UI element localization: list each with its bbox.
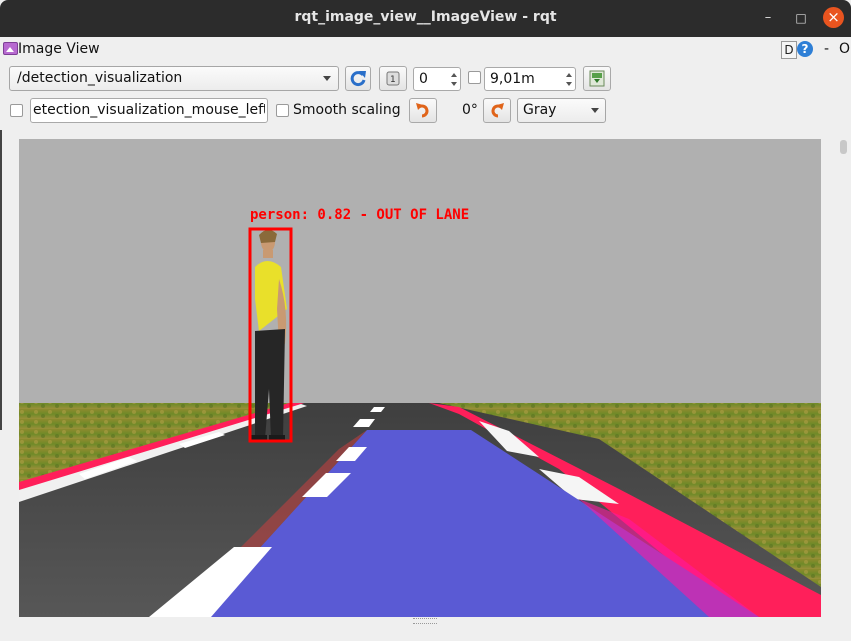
spin-down-icon[interactable] [451, 82, 457, 86]
dynamic-range-checkbox[interactable] [468, 71, 481, 84]
scrollbar-thumb[interactable] [840, 140, 847, 154]
max-range-spinbox[interactable]: 9,01m [484, 67, 576, 91]
mouse-topic-value: etection_visualization_mouse_left [33, 102, 265, 118]
spin-up-icon[interactable] [566, 73, 572, 77]
frame-value: 0 [419, 71, 428, 87]
help-button[interactable]: ? [797, 41, 813, 57]
maximize-button[interactable]: □ [790, 8, 812, 28]
window-edge [0, 130, 2, 430]
chevron-down-icon [591, 108, 599, 113]
mouse-publish-checkbox[interactable] [10, 104, 23, 117]
frame-spinbox[interactable]: 0 [413, 67, 461, 91]
color-scheme-select[interactable]: Gray [517, 98, 606, 123]
panel-float-button[interactable]: O [839, 41, 850, 57]
spin-up-icon[interactable] [451, 73, 457, 77]
sky [19, 139, 821, 405]
chevron-down-icon [323, 76, 331, 81]
zoom-original-icon: 1 [386, 71, 400, 86]
rotate-right-button[interactable] [483, 98, 511, 123]
spin-down-icon[interactable] [566, 82, 572, 86]
color-scheme-value: Gray [523, 102, 557, 118]
close-button[interactable]: × [823, 7, 844, 28]
minimize-button[interactable]: – [757, 8, 779, 28]
mouse-topic-input[interactable]: etection_visualization_mouse_left [30, 98, 268, 123]
panel-close-button[interactable]: - [824, 41, 829, 57]
zoom-original-button[interactable]: 1 [379, 66, 407, 91]
panel-title: Image View [18, 41, 100, 57]
refresh-icon [350, 71, 366, 87]
image-canvas[interactable]: person: 0.82 - OUT OF LANE [19, 139, 821, 617]
camera-image: person: 0.82 - OUT OF LANE [19, 139, 821, 617]
window-title: rqt_image_view__ImageView - rqt [294, 9, 557, 25]
refresh-topics-button[interactable] [345, 66, 371, 91]
topic-select[interactable]: /detection_visualization [9, 66, 339, 91]
rotate-left-icon [416, 103, 429, 118]
dock-button[interactable]: D [781, 41, 797, 59]
smooth-scaling-checkbox[interactable] [276, 104, 289, 117]
save-image-button[interactable] [583, 66, 611, 91]
image-view-icon [3, 42, 18, 55]
rotation-value: 0° [462, 102, 478, 118]
vertical-scrollbar[interactable] [838, 139, 849, 617]
rotate-right-icon [491, 103, 504, 118]
topic-select-value: /detection_visualization [17, 70, 183, 86]
smooth-scaling-label[interactable]: Smooth scaling [293, 102, 401, 118]
max-range-value: 9,01m [490, 71, 535, 87]
detection-label: person: 0.82 - OUT OF LANE [250, 207, 469, 223]
title-bar[interactable]: rqt_image_view__ImageView - rqt – □ × [0, 0, 851, 37]
save-icon [589, 70, 605, 87]
rotate-left-button[interactable] [409, 98, 437, 123]
resize-grip[interactable] [413, 618, 437, 624]
svg-text:1: 1 [390, 75, 396, 85]
